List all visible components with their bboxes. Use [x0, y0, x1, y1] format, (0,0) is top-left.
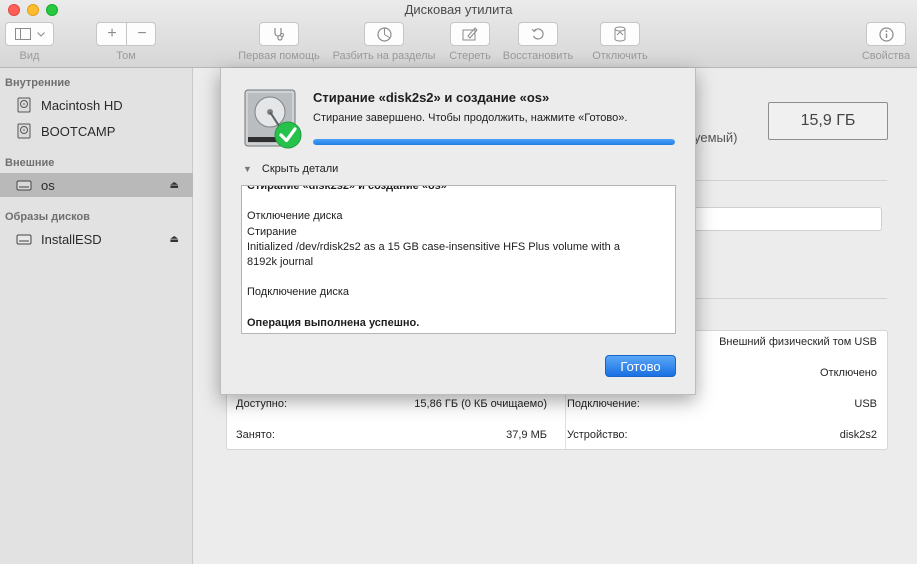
- connection-label: Подключение:: [567, 398, 640, 410]
- available-label: Доступно:: [236, 398, 288, 410]
- sidebar-item-os[interactable]: os ⏏: [0, 173, 193, 197]
- log-textarea[interactable]: Стирание «disk2s2» и создание «os» Отключ…: [241, 185, 676, 334]
- sidebar-item-bootcamp[interactable]: BOOTCAMP: [0, 119, 193, 143]
- partition-button[interactable]: [364, 22, 404, 46]
- volume-label: Том: [116, 50, 136, 62]
- sidebar-item-label: os: [41, 177, 55, 193]
- used-value: 37,9 МБ: [506, 429, 547, 441]
- log-line: Операция выполнена успешно.: [247, 316, 420, 329]
- first-aid-button[interactable]: [259, 22, 299, 46]
- unmount-label: Отключить: [592, 50, 648, 62]
- divider: [694, 298, 887, 299]
- window-title: Дисковая утилита: [404, 2, 513, 17]
- progress-bar: [313, 139, 675, 145]
- sheet-message: Стирание завершено. Чтобы продолжить, на…: [313, 112, 628, 124]
- erase-sheet: Стирание «disk2s2» и создание «os» Стира…: [220, 68, 696, 395]
- sidebar-item-label: BOOTCAMP: [41, 123, 116, 139]
- log-line: Стирание «disk2s2» и создание «os»: [247, 185, 447, 192]
- disclosure-triangle-icon: ▼: [243, 164, 252, 174]
- volume-type-text: уемый): [694, 130, 738, 145]
- sidebar: Внутренние Macintosh HD BOOTCAMP Внешние…: [0, 68, 193, 564]
- sidebar-header-disk-images: Образы дисков: [5, 211, 90, 223]
- view-label: Вид: [19, 50, 40, 62]
- info-icon: [878, 26, 894, 42]
- sidebar-icon: [14, 28, 31, 40]
- progress-fill: [313, 139, 675, 145]
- partition-label: Разбить на разделы: [332, 50, 436, 62]
- add-volume-button[interactable]: +: [97, 25, 127, 43]
- sidebar-item-label: InstallESD: [41, 231, 102, 247]
- done-button[interactable]: Готово: [605, 355, 676, 377]
- unmount-button[interactable]: [600, 22, 640, 46]
- connection-value: USB: [854, 398, 877, 410]
- restore-label: Восстановить: [502, 50, 574, 62]
- erase-button[interactable]: [450, 22, 490, 46]
- device-label: Устройство:: [567, 429, 628, 441]
- eject-icon[interactable]: ⏏: [170, 180, 179, 191]
- details-toggle-label: Скрыть детали: [261, 163, 339, 175]
- erase-icon: [462, 27, 478, 41]
- disk-image-icon: [16, 234, 32, 245]
- stethoscope-icon: [274, 28, 284, 41]
- internal-disk-icon: [17, 97, 31, 113]
- info-label: Свойства: [861, 50, 911, 62]
- remove-volume-button[interactable]: −: [127, 25, 157, 43]
- chevron-down-icon: [36, 31, 45, 37]
- sidebar-item-label: Macintosh HD: [41, 97, 123, 113]
- info-button[interactable]: [866, 22, 906, 46]
- divider: [694, 180, 887, 181]
- sidebar-header-internal: Внутренние: [5, 77, 71, 89]
- restore-button[interactable]: [518, 22, 558, 46]
- type-value: Внешний физический том USB: [719, 336, 877, 348]
- first-aid-label: Первая помощь: [238, 50, 320, 62]
- internal-disk-icon: [17, 123, 31, 139]
- device-value: disk2s2: [839, 429, 877, 441]
- sidebar-item-installesd[interactable]: InstallESD ⏏: [0, 227, 193, 251]
- volume-segment: + −: [96, 22, 156, 46]
- owners-value: Отключено: [820, 367, 877, 379]
- external-disk-icon: [16, 180, 32, 191]
- pie-icon: [376, 26, 392, 42]
- sidebar-header-external: Внешние: [5, 157, 55, 169]
- log-line: Подключение диска: [247, 286, 350, 299]
- log-line: Стирание: [247, 225, 297, 238]
- unmount-icon: [614, 26, 626, 42]
- available-value: 15,86 ГБ (0 КБ очищаемо): [414, 398, 547, 410]
- used-label: Занято:: [236, 429, 275, 441]
- log-line: Initialized /dev/rdisk2s2 as a 15 GB cas…: [247, 240, 620, 253]
- toolbar: Дисковая утилита Вид + − Том Первая помо…: [0, 0, 917, 68]
- restore-icon: [531, 28, 544, 40]
- log-line: Отключение диска: [247, 210, 343, 223]
- sheet-title: Стирание «disk2s2» и создание «os»: [313, 90, 550, 105]
- log-line: 8192k journal: [247, 256, 314, 268]
- erase-label: Стереть: [449, 50, 491, 62]
- usage-bar: [674, 207, 882, 231]
- view-button[interactable]: [5, 22, 54, 46]
- hard-disk-success-icon: [244, 89, 302, 149]
- log-content: Стирание «disk2s2» и создание «os» Отключ…: [247, 185, 667, 331]
- details-toggle[interactable]: ▼ Скрыть детали: [243, 163, 338, 175]
- capacity-box: 15,9 ГБ: [768, 102, 888, 140]
- eject-icon[interactable]: ⏏: [170, 234, 179, 245]
- sidebar-item-macintosh-hd[interactable]: Macintosh HD: [0, 93, 193, 117]
